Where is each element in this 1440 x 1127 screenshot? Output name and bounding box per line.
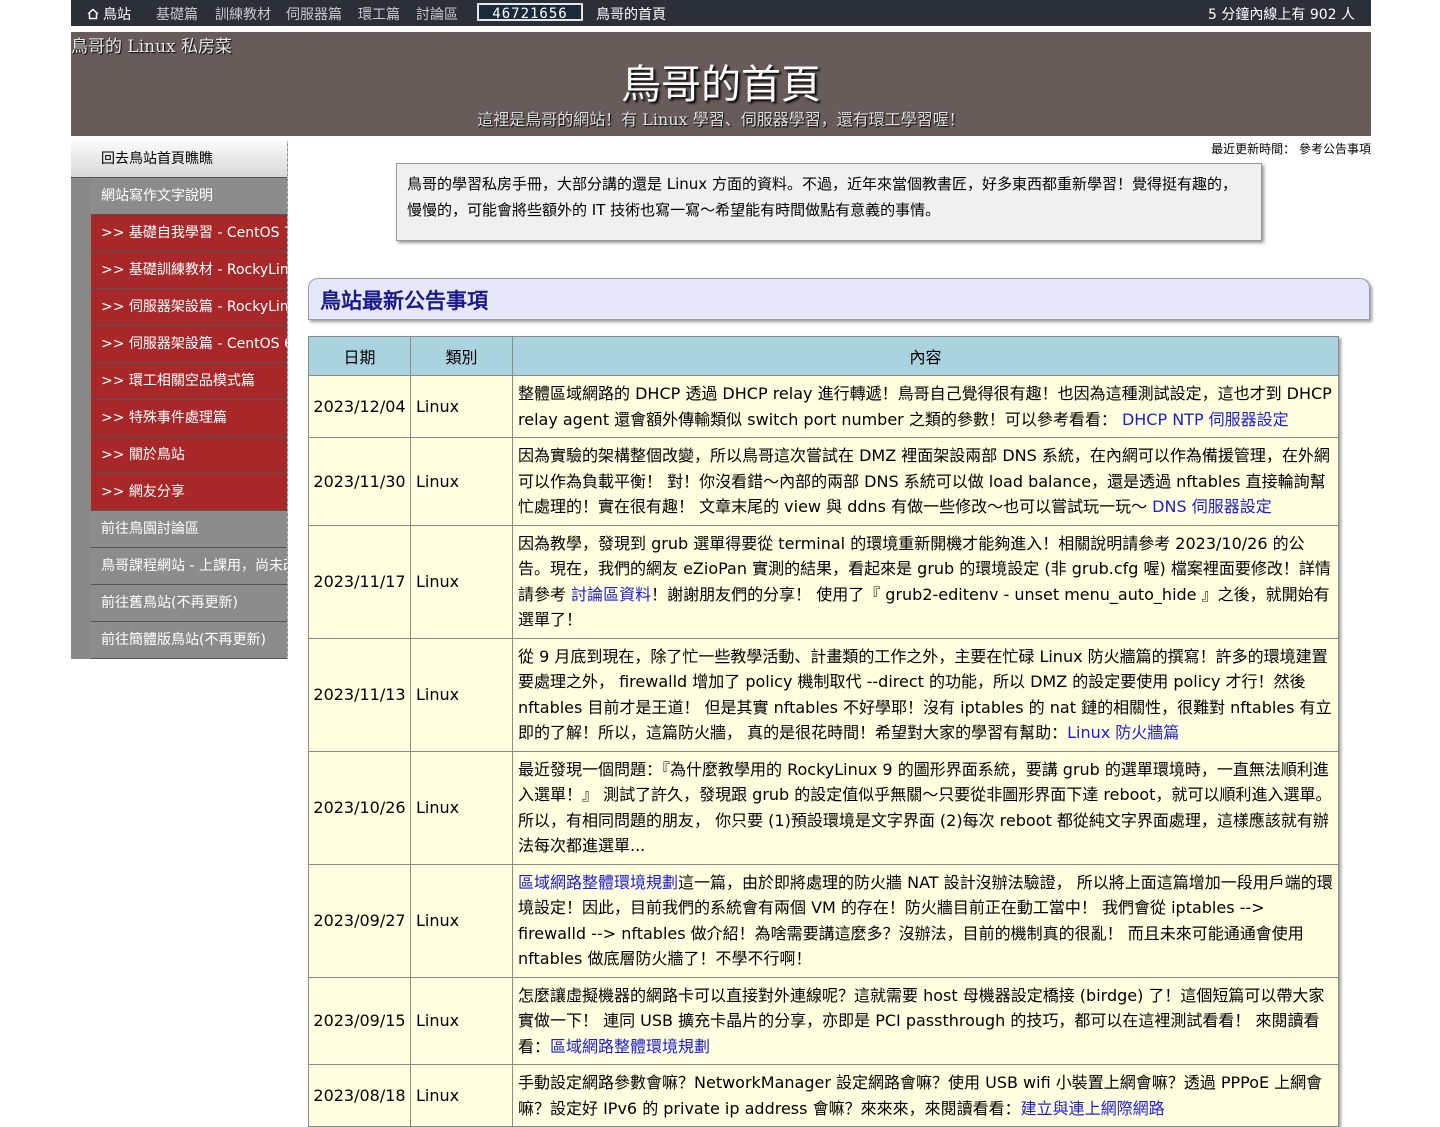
home-link[interactable]: 鳥站 — [87, 4, 131, 24]
sidebar-item[interactable]: >> 關於鳥站 — [91, 437, 287, 474]
nav-env[interactable]: 環工篇 — [358, 4, 400, 24]
header-banner: 鳥哥的 Linux 私房菜 鳥哥的首頁 這裡是鳥哥的網站！有 Linux 學習、… — [71, 32, 1371, 136]
news-link[interactable]: 建立與連上網際網路 — [1021, 1099, 1165, 1118]
home-link-label: 鳥站 — [103, 7, 131, 23]
sidebar-item[interactable]: >> 伺服器架設篇 - CentOS 6 — [91, 326, 287, 363]
news-category: Linux — [410, 437, 513, 526]
news-text: 最近發現一個問題：『為什麼教學用的 RockyLinux 9 的圖形界面系統，要… — [518, 759, 1332, 856]
sidebar-item[interactable]: >> 基礎訓練教材 - RockyLinux — [91, 252, 287, 289]
news-row: 2023/09/27 Linux 區域網路整體環境規劃這一篇，由於即將處理的防火牆 … — [308, 863, 1339, 978]
news-date: 2023/09/27 — [308, 863, 411, 978]
news-content: 因為實驗的架構整個改變，所以鳥哥這次嘗試在 DMZ 裡面架設兩部 DNS 系統，… — [512, 437, 1339, 526]
nav-server[interactable]: 伺服器篇 — [286, 4, 342, 24]
news-link[interactable]: 區域網路整體環境規劃 — [550, 1037, 710, 1056]
intro-text: 鳥哥的學習私房手冊，大部分講的還是 Linux 方面的資料。不過，近年來當個教書… — [407, 175, 1237, 219]
header-date: 日期 — [308, 336, 411, 376]
sidebar-item[interactable]: >> 網友分享 — [91, 474, 287, 511]
news-date: 2023/11/17 — [308, 524, 411, 639]
nav-training[interactable]: 訓練教材 — [215, 4, 271, 24]
news-row: 2023/11/17 Linux 因為教學，發現到 grub 選單得要從 termi… — [308, 524, 1339, 639]
header-content: 內容 — [512, 336, 1339, 376]
news-content: 區域網路整體環境規劃這一篇，由於即將處理的防火牆 NAT 設計沒辦法驗證， 所以… — [512, 863, 1339, 978]
news-date: 2023/10/26 — [308, 750, 411, 865]
sidebar-item[interactable]: >> 特殊事件處理篇 — [91, 400, 287, 437]
current-page-name: 鳥哥的首頁 — [596, 7, 666, 23]
visitor-counter: 46721656 — [477, 3, 583, 22]
news-category: Linux — [410, 750, 513, 865]
news-table: 日期 類別 內容 2023/12/04 Linux 整體區域網路的 DHCP 透過 … — [308, 336, 1339, 1127]
news-section-title: 鳥站最新公告事項 — [308, 278, 1370, 320]
news-link[interactable]: DNS 伺服器設定 — [1152, 497, 1272, 516]
news-content: 最近發現一個問題：『為什麼教學用的 RockyLinux 9 的圖形界面系統，要… — [512, 750, 1339, 865]
news-category: Linux — [410, 976, 513, 1065]
sidebar-item[interactable]: 前往簡體版鳥站(不再更新) — [91, 622, 287, 659]
sidebar-item[interactable]: 回去鳥站首頁瞧瞧 — [71, 141, 287, 178]
news-row: 2023/08/18 Linux 手動設定網路參數會嘛？NetworkManager… — [308, 1064, 1339, 1127]
news-content: 因為教學，發現到 grub 選單得要從 terminal 的環境重新開機才能夠進… — [512, 524, 1339, 639]
news-content: 整體區域網路的 DHCP 透過 DHCP relay 進行轉遞！鳥哥自己覺得很有… — [512, 375, 1339, 438]
intro-box: 鳥哥的學習私房手冊，大部分講的還是 Linux 方面的資料。不過，近年來當個教書… — [396, 163, 1262, 241]
news-category: Linux — [410, 375, 513, 438]
news-row: 2023/11/30 Linux 因為實驗的架構整個改變，所以鳥哥這次嘗試在 DMZ… — [308, 437, 1339, 526]
sidebar-item[interactable]: >> 基礎自我學習 - CentOS 7 — [91, 215, 287, 252]
page-title: 鳥哥的首頁 — [621, 62, 821, 108]
news-content: 從 9 月底到現在，除了忙一些教學活動、計畫類的工作之外，主要在忙碌 Linux… — [512, 637, 1339, 752]
news-content: 怎麼讓虛擬機器的網路卡可以直接對外連線呢？這就需要 host 母機器設定橋接 (… — [512, 976, 1339, 1065]
page-subtitle: 這裡是鳥哥的網站！有 Linux 學習、伺服器學習，還有環工學習喔！ — [477, 110, 965, 129]
news-date: 2023/08/18 — [308, 1064, 411, 1127]
news-link[interactable]: 討論區資料 — [571, 585, 651, 604]
news-date: 2023/11/30 — [308, 437, 411, 526]
header-category: 類別 — [410, 336, 513, 376]
online-count: 5 分鐘內線上有 902 人 — [1208, 7, 1355, 23]
sidebar-item[interactable]: 前往舊鳥站(不再更新) — [91, 585, 287, 622]
sidebar-item[interactable]: 前往鳥園討論區 — [91, 511, 287, 548]
news-category: Linux — [410, 524, 513, 639]
news-link[interactable]: 區域網路整體環境規劃 — [518, 873, 678, 892]
news-category: Linux — [410, 863, 513, 978]
news-content: 手動設定網路參數會嘛？NetworkManager 設定網路會嘛？使用 USB … — [512, 1064, 1339, 1127]
sidebar-item[interactable]: >> 環工相關空品模式篇 — [91, 363, 287, 400]
last-update-info: 最近更新時間： 參考公告事項 — [1211, 142, 1371, 156]
sidebar-item[interactable]: >> 伺服器架設篇 - RockyLinux — [91, 289, 287, 326]
news-category: Linux — [410, 1064, 513, 1127]
home-icon — [87, 8, 99, 20]
news-table-header: 日期 類別 內容 — [308, 336, 1339, 376]
news-date: 2023/12/04 — [308, 375, 411, 438]
news-row: 2023/12/04 Linux 整體區域網路的 DHCP 透過 DHCP rela… — [308, 375, 1339, 438]
sidebar: 回去鳥站首頁瞧瞧 網站寫作文字說明 >> 基礎自我學習 - CentOS 7 >> 基… — [71, 141, 288, 659]
news-row: 2023/09/15 Linux 怎麼讓虛擬機器的網路卡可以直接對外連線呢？這就需要… — [308, 976, 1339, 1065]
news-text: 從 9 月底到現在，除了忙一些教學活動、計畫類的工作之外，主要在忙碌 Linux… — [518, 646, 1332, 743]
news-date: 2023/11/13 — [308, 637, 411, 752]
news-category: Linux — [410, 637, 513, 752]
sidebar-item[interactable]: 鳥哥課程網站 - 上課用，尚未改 — [91, 548, 287, 585]
news-row: 2023/11/13 Linux 從 9 月底到現在，除了忙一些教學活動、計畫類的工… — [308, 637, 1339, 752]
top-navigation-bar: 鳥站 基礎篇 訓練教材 伺服器篇 環工篇 討論區 46721656 鳥哥的首頁 … — [71, 0, 1371, 26]
news-date: 2023/09/15 — [308, 976, 411, 1065]
news-link[interactable]: DHCP NTP 伺服器設定 — [1122, 410, 1289, 429]
sidebar-item[interactable]: 網站寫作文字說明 — [91, 178, 287, 215]
news-row: 2023/10/26 Linux 最近發現一個問題：『為什麼教學用的 RockyLi… — [308, 750, 1339, 865]
nav-basic[interactable]: 基礎篇 — [156, 4, 198, 24]
news-link[interactable]: Linux 防火牆篇 — [1067, 723, 1179, 742]
nav-forum[interactable]: 討論區 — [416, 4, 458, 24]
